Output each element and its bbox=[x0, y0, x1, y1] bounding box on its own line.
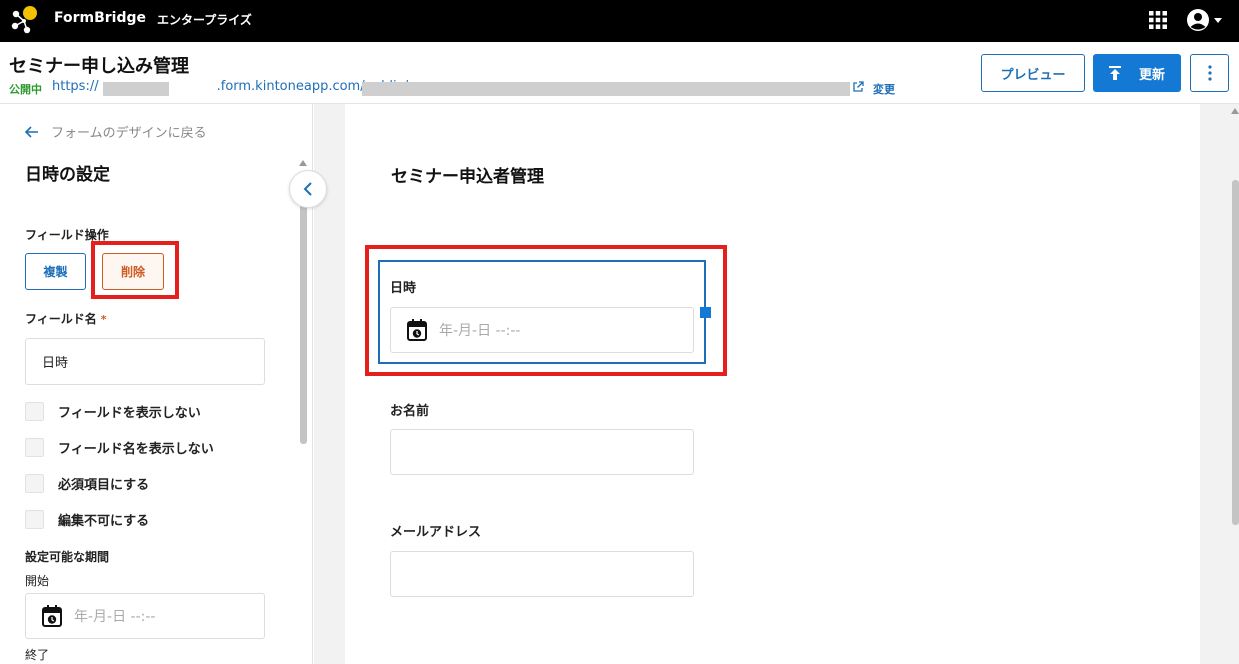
datetime-input[interactable]: 年-月-日 --:-- bbox=[390, 307, 694, 353]
checkbox-hide-field-name[interactable]: フィールド名を表示しない bbox=[25, 438, 214, 457]
start-date-placeholder: 年-月-日 --:-- bbox=[74, 609, 156, 625]
formbridge-logo-icon bbox=[11, 6, 37, 34]
start-label: 開始 bbox=[25, 574, 50, 588]
url-redaction bbox=[362, 82, 850, 96]
edition-label: エンタープライズ bbox=[157, 13, 252, 27]
required-mark: * bbox=[100, 313, 107, 326]
top-bar: FormBridge エンタープライズ bbox=[0, 0, 1239, 42]
apps-grid-icon[interactable] bbox=[1148, 10, 1168, 30]
back-to-design-link[interactable]: フォームのデザインに戻る bbox=[25, 122, 207, 141]
page-header: セミナー申し込み管理 公開中 https://.form.kintoneapp.… bbox=[0, 42, 1239, 104]
resize-handle[interactable] bbox=[700, 307, 711, 318]
change-url-link[interactable]: 変更 bbox=[873, 81, 895, 97]
collapse-panel-button[interactable] bbox=[289, 170, 327, 208]
start-date-input[interactable]: 年-月-日 --:-- bbox=[25, 593, 265, 639]
form-title: セミナー申込者管理 bbox=[391, 167, 544, 187]
update-button-label: 更新 bbox=[1138, 67, 1165, 83]
external-link-icon[interactable] bbox=[852, 81, 864, 93]
field-label-email: メールアドレス bbox=[390, 525, 482, 540]
panel-scrollbar[interactable] bbox=[300, 174, 307, 444]
checkbox[interactable] bbox=[25, 510, 44, 529]
checkbox-required[interactable]: 必須項目にする bbox=[25, 474, 149, 493]
preview-button[interactable]: プレビュー bbox=[981, 54, 1085, 92]
end-label: 終了 bbox=[25, 648, 50, 662]
highlight-box bbox=[91, 241, 179, 299]
email-input[interactable] bbox=[390, 551, 694, 597]
checkbox-label: フィールドを表示しない bbox=[58, 406, 201, 421]
field-label-datetime: 日時 bbox=[390, 281, 417, 296]
chevron-left-icon bbox=[303, 182, 312, 196]
checkbox-readonly[interactable]: 編集不可にする bbox=[25, 510, 149, 529]
checkbox[interactable] bbox=[25, 438, 44, 457]
checkbox[interactable] bbox=[25, 474, 44, 493]
field-label-name: お名前 bbox=[390, 404, 430, 419]
period-label: 設定可能な期間 bbox=[25, 550, 110, 564]
checkbox-hide-field[interactable]: フィールドを表示しない bbox=[25, 402, 201, 421]
checkbox[interactable] bbox=[25, 402, 44, 421]
status-badge: 公開中 bbox=[9, 83, 42, 96]
calendar-icon bbox=[407, 319, 427, 341]
name-input[interactable] bbox=[390, 429, 694, 475]
duplicate-button[interactable]: 複製 bbox=[25, 253, 86, 290]
datetime-placeholder: 年-月-日 --:-- bbox=[439, 323, 521, 339]
page-title: セミナー申し込み管理 bbox=[9, 56, 189, 77]
checkbox-label: 必須項目にする bbox=[58, 478, 150, 493]
calendar-icon bbox=[42, 605, 62, 627]
brand-name: FormBridge bbox=[54, 10, 147, 26]
field-name-input[interactable]: 日時 bbox=[25, 338, 265, 385]
update-button[interactable]: 更新 bbox=[1093, 54, 1181, 92]
scrollbar-up-arrow[interactable] bbox=[299, 160, 307, 166]
checkbox-label: 編集不可にする bbox=[58, 514, 150, 529]
scrollbar-up-arrow[interactable] bbox=[1231, 108, 1239, 114]
arrow-left-icon bbox=[25, 125, 38, 138]
checkbox-label: フィールド名を表示しない bbox=[58, 442, 214, 457]
upload-icon bbox=[1108, 66, 1121, 80]
more-vert-icon bbox=[1207, 65, 1212, 81]
settings-panel: フォームのデザインに戻る 日時の設定 フィールド操作 複製 削除 フィールド名 *… bbox=[0, 104, 313, 664]
canvas-scrollbar[interactable] bbox=[1232, 180, 1239, 525]
url-redaction bbox=[103, 82, 169, 96]
field-name-label: フィールド名 * bbox=[25, 312, 107, 326]
more-options-button[interactable] bbox=[1190, 54, 1229, 92]
account-icon[interactable] bbox=[1185, 7, 1227, 33]
panel-title: 日時の設定 bbox=[25, 165, 110, 185]
back-link-label: フォームのデザインに戻る bbox=[51, 126, 207, 141]
